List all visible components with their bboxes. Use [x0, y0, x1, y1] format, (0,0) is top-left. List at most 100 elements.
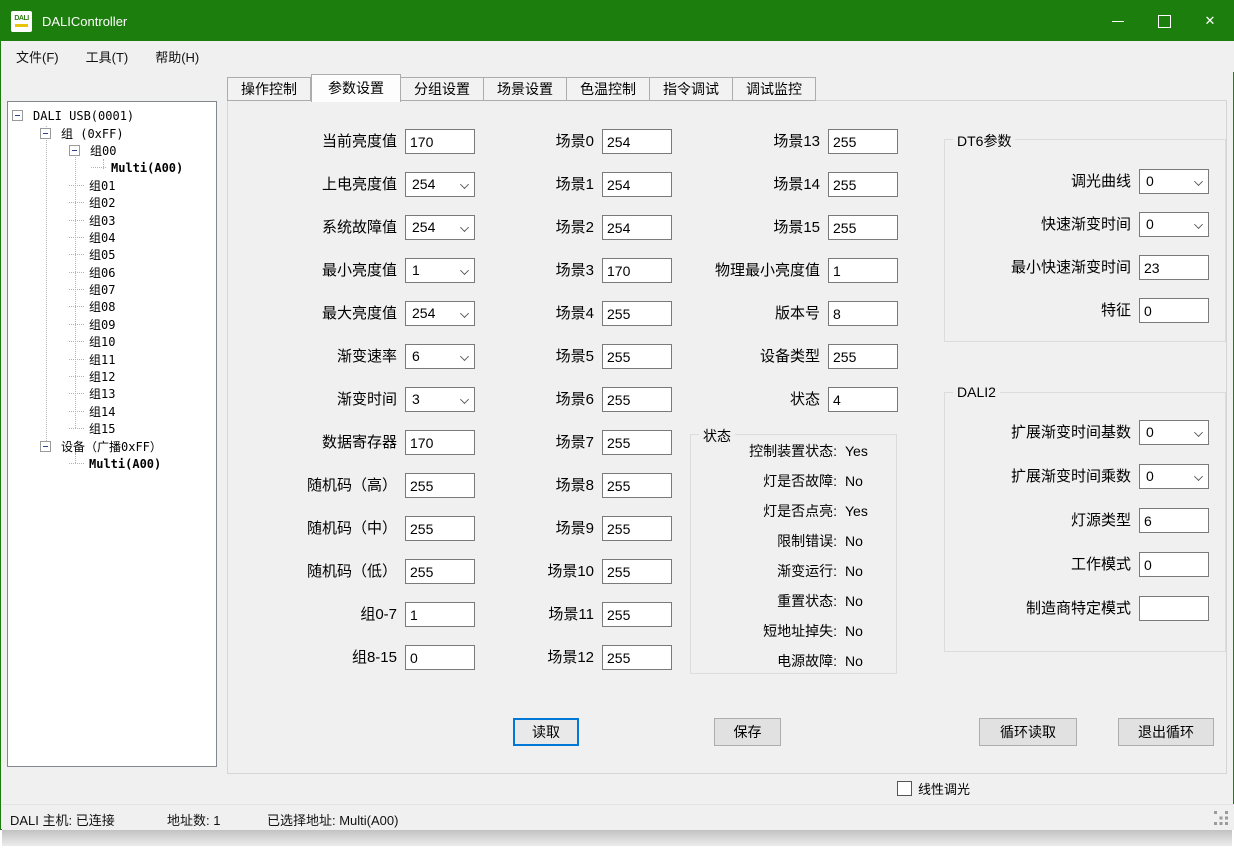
text-input[interactable] — [602, 602, 672, 627]
dropdown-value: 254 — [412, 176, 435, 192]
text-input[interactable] — [602, 559, 672, 584]
text-input[interactable] — [828, 344, 898, 369]
text-input[interactable] — [602, 258, 672, 283]
close-icon[interactable] — [1187, 1, 1233, 41]
tree-expander-icon[interactable] — [12, 110, 23, 121]
tree-connector — [69, 463, 84, 464]
tree-node[interactable]: 组05 — [8, 246, 216, 263]
text-input[interactable] — [828, 215, 898, 240]
tab-6[interactable]: 调试监控 — [733, 77, 816, 101]
text-input[interactable] — [405, 473, 475, 498]
text-input[interactable] — [828, 129, 898, 154]
tree-node[interactable]: 组08 — [8, 298, 216, 315]
dropdown-select[interactable]: 0 — [1139, 169, 1209, 194]
dt6-group-rows: 调光曲线0快速渐变时间0最小快速渐变时间特征 — [945, 140, 1225, 323]
tree-node[interactable]: 设备（广播0xFF） — [8, 437, 216, 454]
dropdown-select[interactable]: 254 — [405, 215, 475, 240]
tree-node[interactable]: 组12 — [8, 368, 216, 385]
tree-expander-icon[interactable] — [69, 145, 80, 156]
tab-4[interactable]: 色温控制 — [567, 77, 650, 101]
text-input[interactable] — [405, 645, 475, 670]
text-input[interactable] — [405, 516, 475, 541]
tree-node-label: 组13 — [89, 385, 115, 402]
tree-node[interactable]: 组03 — [8, 211, 216, 228]
text-input[interactable] — [602, 645, 672, 670]
text-input[interactable] — [1139, 596, 1209, 621]
text-input[interactable] — [602, 387, 672, 412]
minimize-icon[interactable] — [1095, 1, 1141, 41]
text-input[interactable] — [1139, 508, 1209, 533]
dropdown-select[interactable]: 0 — [1139, 464, 1209, 489]
tab-3[interactable]: 场景设置 — [484, 77, 567, 101]
tree-node[interactable]: 组 (0xFF) — [8, 124, 216, 141]
tree-node[interactable]: 组10 — [8, 333, 216, 350]
menu-item-0[interactable]: 文件(F) — [3, 42, 72, 71]
tree-node[interactable]: 组00 — [8, 142, 216, 159]
chevron-down-icon — [1195, 178, 1202, 185]
text-input[interactable] — [1139, 552, 1209, 577]
text-input[interactable] — [602, 473, 672, 498]
text-input[interactable] — [602, 129, 672, 154]
tree-node[interactable]: 组04 — [8, 229, 216, 246]
tab-5[interactable]: 指令调试 — [650, 77, 733, 101]
field-row: 制造商特定模式 — [945, 596, 1225, 621]
tree-node[interactable]: Multi(A00) — [8, 159, 216, 176]
tree-node[interactable]: 组02 — [8, 194, 216, 211]
text-input[interactable] — [602, 430, 672, 455]
tree-node[interactable]: 组11 — [8, 350, 216, 367]
tree-expander-icon[interactable] — [40, 441, 51, 452]
tree-node[interactable]: 组13 — [8, 385, 216, 402]
tree-node[interactable]: 组15 — [8, 420, 216, 437]
tree-node[interactable]: Multi(A00) — [8, 455, 216, 472]
resize-grip[interactable] — [1214, 811, 1228, 825]
dropdown-select[interactable]: 1 — [405, 258, 475, 283]
text-input[interactable] — [602, 344, 672, 369]
text-input[interactable] — [828, 301, 898, 326]
tree-node[interactable]: 组09 — [8, 316, 216, 333]
dropdown-select[interactable]: 0 — [1139, 212, 1209, 237]
tree-node[interactable]: 组06 — [8, 264, 216, 281]
text-input[interactable] — [828, 172, 898, 197]
text-input[interactable] — [602, 215, 672, 240]
loop-read-button[interactable]: 循环读取 — [979, 718, 1077, 746]
status-item: 渐变运行:No — [691, 561, 896, 581]
tab-2[interactable]: 分组设置 — [401, 77, 484, 101]
dropdown-select[interactable]: 0 — [1139, 420, 1209, 445]
text-input[interactable] — [405, 430, 475, 455]
menu-item-1[interactable]: 工具(T) — [73, 42, 142, 71]
text-input[interactable] — [602, 301, 672, 326]
tree-node[interactable]: 组14 — [8, 403, 216, 420]
status-item-label: 短地址掉失: — [691, 621, 837, 641]
tree-node-label: Multi(A00) — [89, 457, 161, 471]
field-row: 场景7 — [509, 430, 672, 455]
menu-item-2[interactable]: 帮助(H) — [142, 42, 212, 71]
tree-expander-icon[interactable] — [40, 128, 51, 139]
dropdown-select[interactable]: 254 — [405, 301, 475, 326]
text-input[interactable] — [1139, 255, 1209, 280]
text-input[interactable] — [828, 258, 898, 283]
text-input[interactable] — [405, 559, 475, 584]
text-input[interactable] — [602, 172, 672, 197]
text-input[interactable] — [405, 129, 475, 154]
read-button[interactable]: 读取 — [513, 718, 579, 746]
field-row: 场景15 — [690, 215, 898, 240]
tab-0[interactable]: 操作控制 — [227, 77, 311, 101]
tree-connector — [69, 289, 84, 290]
save-button[interactable]: 保存 — [714, 718, 781, 746]
dropdown-select[interactable]: 3 — [405, 387, 475, 412]
text-input[interactable] — [602, 516, 672, 541]
dropdown-select[interactable]: 6 — [405, 344, 475, 369]
linear-dimming-checkbox[interactable] — [897, 781, 912, 796]
exit-loop-button[interactable]: 退出循环 — [1118, 718, 1214, 746]
maximize-icon[interactable] — [1141, 1, 1187, 41]
text-input[interactable] — [828, 387, 898, 412]
tab-1[interactable]: 参数设置 — [311, 74, 401, 102]
tree-node[interactable]: DALI USB(0001) — [8, 107, 216, 124]
tree-node[interactable]: 组01 — [8, 177, 216, 194]
app-icon-bar — [15, 24, 28, 27]
tree-node[interactable]: 组07 — [8, 281, 216, 298]
dropdown-select[interactable]: 254 — [405, 172, 475, 197]
text-input[interactable] — [405, 602, 475, 627]
text-input[interactable] — [1139, 298, 1209, 323]
field-label: 调光曲线 — [945, 169, 1131, 194]
